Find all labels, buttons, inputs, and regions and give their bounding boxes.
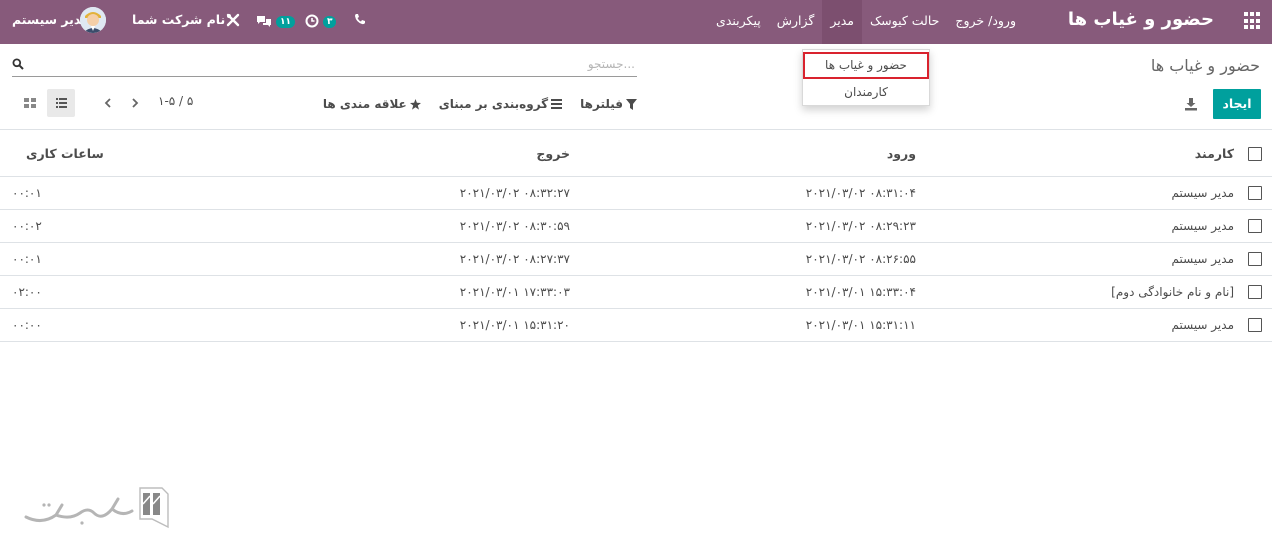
filters-toggle[interactable]: فیلترها — [580, 94, 637, 114]
select-all-checkbox[interactable] — [1248, 147, 1262, 161]
app-brand[interactable]: حضور و غیاب ها — [1068, 9, 1214, 30]
top-navbar: حضور و غیاب ها ورود/ خروج حالت کیوسک مدی… — [0, 0, 1272, 44]
dropdown-item-employees[interactable]: کارمندان — [803, 79, 929, 105]
favorites-toggle[interactable]: علاقه مندی ها — [323, 94, 421, 114]
download-icon[interactable] — [1184, 97, 1198, 111]
table-header-row: کارمند ورود خروج ساعات کاری — [0, 129, 1272, 177]
cell-check-out: ۲۰۲۱/۰۳/۰۱ ۱۵:۳۱:۲۰ — [459, 318, 570, 332]
search-options: فیلترها گروه‌بندی بر مبنای علاقه مندی ها — [305, 94, 637, 114]
pager-value[interactable]: ۱-۵ / ۵ — [158, 94, 193, 108]
cell-check-in: ۲۰۲۱/۰۳/۰۲ ۰۸:۲۶:۵۵ — [805, 252, 916, 266]
apps-menu-icon[interactable] — [1242, 12, 1260, 30]
avatar[interactable] — [80, 7, 106, 33]
attendance-table: کارمند ورود خروج ساعات کاری مدیر سیستم ۲… — [0, 129, 1272, 342]
cell-employee: مدیر سیستم — [1171, 252, 1235, 266]
search-placeholder: جستجو... — [587, 57, 635, 71]
row-checkbox[interactable] — [1248, 219, 1262, 233]
kanban-view-button[interactable] — [16, 89, 44, 117]
row-checkbox[interactable] — [1248, 252, 1262, 266]
manager-dropdown: حضور و غیاب ها کارمندان — [802, 49, 930, 106]
cell-worked-hours: ۰۰:۰۰ — [12, 318, 42, 332]
menu-check-in-out[interactable]: ورود/ خروج — [947, 0, 1024, 44]
cell-employee: مدیر سیستم — [1171, 318, 1235, 332]
main-menu: ورود/ خروج حالت کیوسک مدیر گزارش پیکربند… — [708, 0, 1024, 44]
debug-tools-icon[interactable] — [226, 13, 240, 29]
groupby-label: گروه‌بندی بر مبنای — [438, 97, 549, 111]
clock-icon — [305, 14, 319, 27]
chat-icon — [257, 15, 271, 27]
table-row[interactable]: [نام و نام خانوادگی دوم] ۲۰۲۱/۰۳/۰۱ ۱۵:۳… — [0, 276, 1272, 309]
groupby-toggle[interactable]: گروه‌بندی بر مبنای — [438, 94, 563, 114]
cell-check-in: ۲۰۲۱/۰۳/۰۲ ۰۸:۲۹:۲۳ — [805, 219, 916, 233]
search-input[interactable]: جستجو... — [12, 56, 637, 77]
header-check-in[interactable]: ورود — [887, 130, 916, 176]
activities-badge: ۳ — [322, 16, 337, 28]
header-employee[interactable]: کارمند — [1195, 130, 1234, 176]
table-row[interactable]: مدیر سیستم ۲۰۲۱/۰۳/۰۲ ۰۸:۲۹:۲۳ ۲۰۲۱/۰۳/۰… — [0, 210, 1272, 243]
cell-check-in: ۲۰۲۱/۰۳/۰۱ ۱۵:۳۳:۰۴ — [805, 285, 916, 299]
list-view-button[interactable] — [47, 89, 75, 117]
cell-employee: مدیر سیستم — [1171, 186, 1235, 200]
table-row[interactable]: مدیر سیستم ۲۰۲۱/۰۳/۰۲ ۰۸:۳۱:۰۴ ۲۰۲۱/۰۳/۰… — [0, 177, 1272, 210]
list-icon — [551, 99, 563, 109]
menu-kiosk-mode[interactable]: حالت کیوسک — [862, 0, 947, 44]
table-row[interactable]: مدیر سیستم ۲۰۲۱/۰۳/۰۲ ۰۸:۲۶:۵۵ ۲۰۲۱/۰۳/۰… — [0, 243, 1272, 276]
search-icon[interactable] — [12, 58, 24, 70]
table-row[interactable]: مدیر سیستم ۲۰۲۱/۰۳/۰۱ ۱۵:۳۱:۱۱ ۲۰۲۱/۰۳/۰… — [0, 309, 1272, 342]
favorites-label: علاقه مندی ها — [322, 97, 407, 111]
cell-worked-hours: ۰۰:۰۱ — [12, 186, 42, 200]
user-name: مدیر سیستم — [12, 12, 89, 27]
cell-worked-hours: ۰۰:۰۱ — [12, 252, 42, 266]
cell-check-out: ۲۰۲۱/۰۳/۰۲ ۰۸:۲۷:۳۷ — [459, 252, 570, 266]
cell-check-out: ۲۰۲۱/۰۳/۰۱ ۱۷:۳۳:۰۳ — [459, 285, 570, 299]
messaging-menu[interactable]: ۱۱ — [256, 10, 295, 30]
watermark-logo — [24, 487, 169, 529]
list-view-icon — [56, 98, 67, 108]
menu-reporting[interactable]: گزارش — [769, 0, 823, 44]
cell-check-in: ۲۰۲۱/۰۳/۰۱ ۱۵:۳۱:۱۱ — [805, 318, 916, 332]
kanban-view-icon — [24, 98, 36, 108]
header-worked-hours[interactable]: ساعات کاری — [26, 130, 104, 176]
create-button[interactable]: ایجاد — [1213, 89, 1261, 119]
cell-worked-hours: ۰۰:۰۲ — [12, 219, 42, 233]
company-switcher[interactable]: نام شرکت شما — [132, 0, 225, 44]
activities-menu[interactable]: ۳ — [305, 10, 337, 30]
filter-icon — [626, 98, 637, 110]
filters-label: فیلترها — [580, 97, 623, 111]
pager-previous-icon[interactable] — [125, 93, 145, 113]
row-checkbox[interactable] — [1248, 285, 1262, 299]
cell-employee: مدیر سیستم — [1171, 219, 1235, 233]
cell-check-in: ۲۰۲۱/۰۳/۰۲ ۰۸:۳۱:۰۴ — [805, 186, 916, 200]
menu-configuration[interactable]: پیکربندی — [708, 0, 769, 44]
cell-employee: [نام و نام خانوادگی دوم] — [1111, 285, 1234, 299]
page-title: حضور و غیاب ها — [1150, 56, 1260, 75]
cell-check-out: ۲۰۲۱/۰۳/۰۲ ۰۸:۳۰:۵۹ — [459, 219, 570, 233]
row-checkbox[interactable] — [1248, 318, 1262, 332]
cell-check-out: ۲۰۲۱/۰۳/۰۲ ۰۸:۳۲:۲۷ — [459, 186, 570, 200]
messages-badge: ۱۱ — [275, 16, 295, 28]
header-check-out[interactable]: خروج — [536, 130, 570, 176]
phone-icon[interactable] — [354, 13, 366, 29]
row-checkbox[interactable] — [1248, 186, 1262, 200]
menu-manager[interactable]: مدیر — [822, 0, 862, 44]
star-icon — [409, 98, 421, 110]
dropdown-item-attendances[interactable]: حضور و غیاب ها — [803, 52, 929, 79]
cell-worked-hours: ۰۲:۰۰ — [12, 285, 42, 299]
pager-next-icon[interactable] — [98, 93, 118, 113]
